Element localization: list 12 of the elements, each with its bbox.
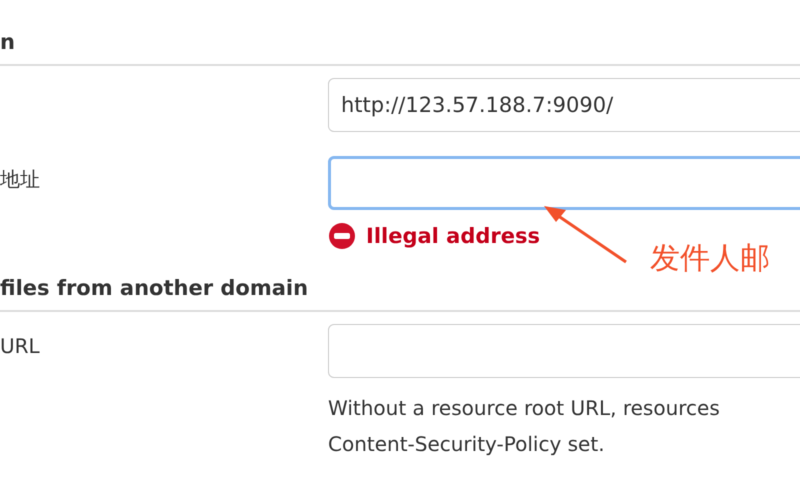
section-heading: n (0, 29, 16, 56)
help-text: Without a resource root URL, resources (328, 395, 721, 422)
input-field[interactable] (328, 324, 800, 378)
error-message: Illegal address (366, 224, 540, 248)
annotation-text: 发件人邮 (650, 240, 770, 278)
input-field[interactable] (328, 156, 800, 210)
field-label: 地址 (0, 167, 40, 191)
help-text: Content-Security-Policy set. (328, 431, 606, 458)
input-field[interactable]: http://123.57.188.7:9090/ (328, 78, 800, 132)
section-heading: files from another domain (0, 275, 310, 302)
field-label: URL (0, 334, 40, 358)
error-icon (328, 222, 356, 250)
